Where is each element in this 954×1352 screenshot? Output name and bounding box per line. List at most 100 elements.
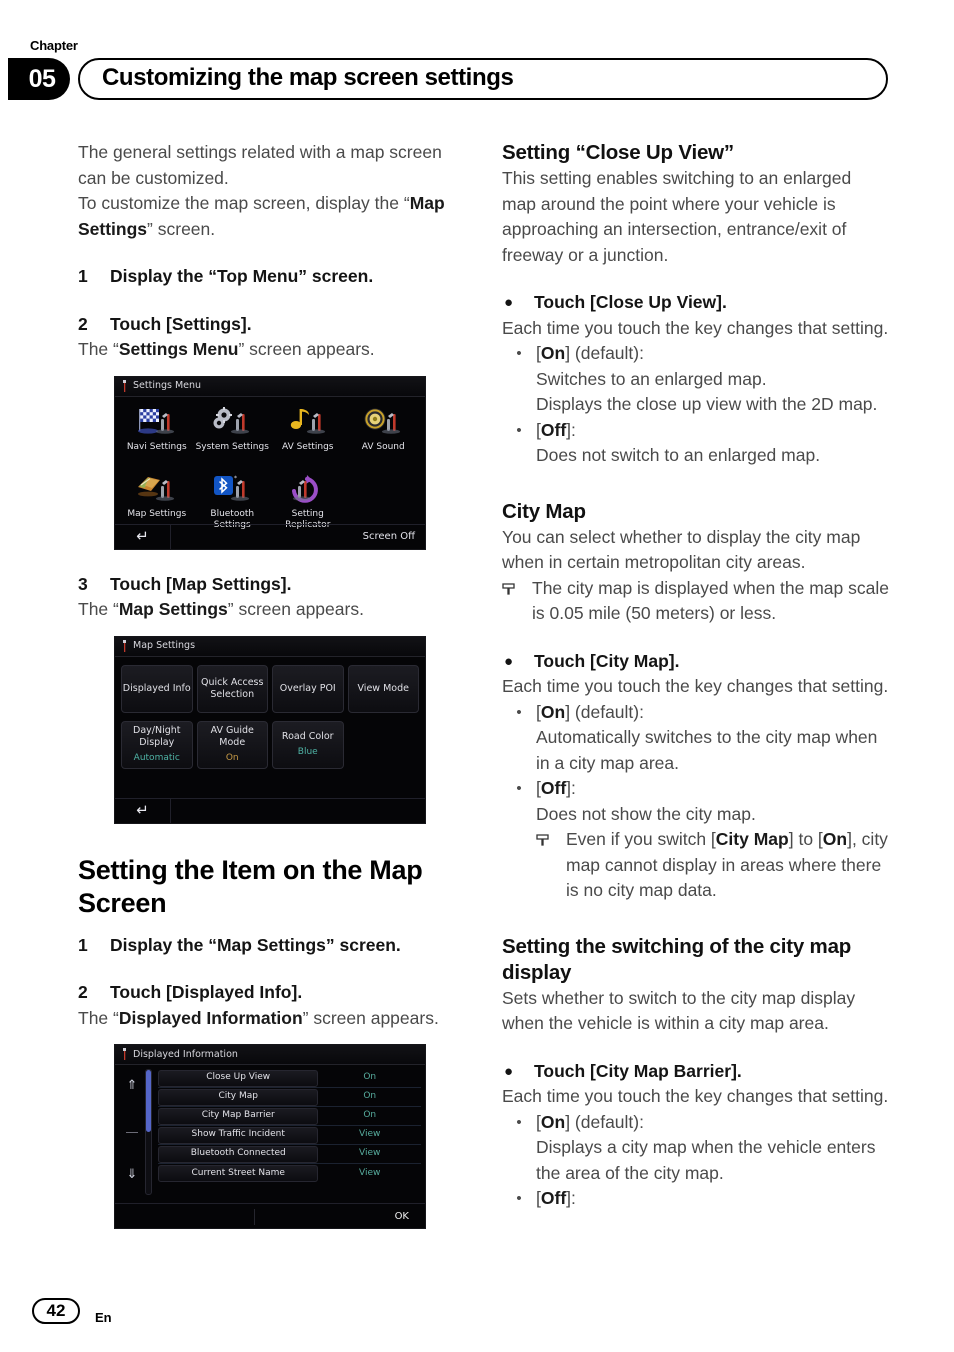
- heading-setting-the-switching: Setting the switching of the city map di…: [502, 934, 852, 984]
- settings-menu-item-navi-settings[interactable]: Navi Settings: [119, 403, 195, 468]
- city-map-bullet-note: Each time you touch the key changes that…: [502, 676, 889, 696]
- city-map-off-note: Even if you switch [City Map] to [On], c…: [502, 827, 890, 904]
- back-arrow-icon[interactable]: ↵: [115, 798, 171, 823]
- chapter-number: 05: [28, 64, 56, 93]
- map-settings-row-1: Displayed Info Quick Access Selection Ov…: [115, 657, 425, 713]
- settings-menu-item-navi-settings-label: Navi Settings: [126, 441, 187, 452]
- displayed-information-rows: Close Up View On City Map On City Map Ba…: [158, 1069, 421, 1195]
- bullet-touch-close-up-view: ● Touch [Close Up View].: [502, 290, 890, 316]
- svg-text:*: *: [234, 475, 237, 482]
- bullet-small-dot-icon: •: [516, 421, 522, 439]
- close-up-view-options: • [On] (default): Switches to an enlarge…: [502, 341, 890, 469]
- settings-menu-grid: Navi Settings System Settings AV Setting…: [115, 397, 425, 535]
- bullet-dot-icon: ●: [504, 652, 514, 670]
- section2-step-2-result-pre: The “: [78, 1007, 119, 1028]
- page-number-badge: 42: [32, 1298, 80, 1324]
- opt-bold: On: [540, 1111, 566, 1132]
- chevron-double-down-icon[interactable]: ⇓: [119, 1162, 145, 1188]
- step-2-result-bold: Settings Menu: [118, 339, 239, 359]
- option-off: • [Off]:: [502, 418, 890, 444]
- option-on: • [On] (default):: [502, 341, 890, 367]
- step-3-result-bold: Map Settings: [118, 599, 228, 619]
- note-bold-2: On: [822, 829, 848, 849]
- intro-2-pre: To customize the map screen, display the…: [78, 193, 410, 213]
- row-key[interactable]: Current Street Name: [158, 1165, 319, 1182]
- screenshot-settings-menu-title: Settings Menu: [133, 380, 202, 392]
- step-3-number: 3: [78, 573, 88, 594]
- map-settings-button-road-color[interactable]: Road Color Blue: [272, 720, 344, 769]
- screenshot-displayed-information-title: Displayed Information: [133, 1048, 238, 1060]
- settings-menu-item-av-settings[interactable]: AV Settings: [270, 403, 346, 468]
- settings-menu-item-system-settings-label: System Settings: [195, 441, 269, 452]
- opt-post: ] (default):: [565, 701, 644, 722]
- settings-menu-item-av-sound[interactable]: AV Sound: [346, 403, 422, 468]
- scrollbar[interactable]: [145, 1069, 152, 1195]
- city-map-barrier-options: • [On] (default): Displays a city map wh…: [502, 1110, 890, 1212]
- bullet-dot-icon: ●: [504, 294, 514, 311]
- map-settings-empty-slot: [348, 721, 420, 769]
- opt-bold: On: [540, 343, 566, 363]
- step-2-number: 2: [78, 313, 88, 334]
- option-on-label: [On] (default):: [536, 1110, 890, 1136]
- back-arrow-icon[interactable]: ↵: [115, 524, 171, 549]
- city-map-note: The city map is displayed when the map s…: [502, 576, 890, 627]
- scrollbar-thumb[interactable]: [146, 1070, 151, 1132]
- city-map-options: • [On] (default): Automatically switches…: [502, 700, 890, 904]
- section2-step-1: 1 Display the “Map Settings” screen.: [78, 933, 466, 959]
- option-on-label: [On] (default):: [536, 341, 890, 367]
- bullet-small-dot-icon: •: [516, 780, 522, 797]
- option-off-label: [Off]:: [536, 418, 890, 444]
- map-settings-button-view-mode[interactable]: View Mode: [347, 664, 419, 713]
- close-up-view-bullet-note: Each time you touch the key changes that…: [502, 317, 889, 338]
- footer-divider: [254, 1208, 256, 1225]
- map-settings-button-av-guide-mode[interactable]: AV Guide Mode On: [196, 720, 268, 769]
- intro-paragraph-2: To customize the map screen, display the…: [78, 191, 466, 242]
- map-settings-row-2: Day/Night Display Automatic AV Guide Mod…: [115, 713, 425, 769]
- bullet-small-dot-icon: •: [516, 1190, 522, 1207]
- option-off-label: [Off]:: [536, 776, 890, 802]
- step-3-result-post: ” screen appears.: [227, 599, 364, 619]
- option-on-line-2: Displays the close up view with the 2D m…: [536, 394, 878, 414]
- section2-step-2-result-post: ” screen appears.: [302, 1007, 439, 1028]
- screenshot-map-settings: Map Settings Displayed Info Quick Access…: [114, 635, 426, 824]
- map-settings-button-day-night-display[interactable]: Day/Night Display Automatic: [121, 720, 193, 769]
- bullet-small-dot-icon: •: [516, 1113, 522, 1131]
- option-off-line-1: Does not switch to an enlarged map.: [536, 445, 821, 465]
- map-settings-button-road-color-value: Blue: [297, 747, 318, 757]
- ok-button[interactable]: OK: [395, 1204, 425, 1228]
- settings-menu-item-av-sound-label: AV Sound: [361, 441, 405, 452]
- opt-bold: Off: [540, 778, 567, 798]
- map-settings-button-road-color-label: Road Color: [281, 731, 334, 742]
- chapter-title-pill: Customizing the map screen settings: [78, 58, 888, 100]
- screenshot-displayed-information-titlebar: Displayed Information: [115, 1045, 425, 1065]
- note-bold-1: City Map: [715, 829, 789, 849]
- settings-menu-item-system-settings[interactable]: System Settings: [195, 403, 271, 468]
- map-settings-button-quick-access-selection[interactable]: Quick Access Selection: [196, 664, 268, 713]
- language-code: En: [95, 1310, 112, 1325]
- step-2-result-pre: The “: [78, 339, 119, 359]
- chevron-double-up-icon[interactable]: ⇑: [119, 1073, 145, 1099]
- note-flag-icon: [536, 827, 566, 904]
- opt-post: ]:: [566, 778, 576, 798]
- bullet-touch-city-map: ● Touch [City Map].: [502, 649, 890, 675]
- screenshot-settings-menu-titlebar: Settings Menu: [115, 376, 425, 397]
- bullet-dot-icon: ●: [504, 1062, 514, 1080]
- bullet-touch-close-up-view-text: Touch [Close Up View].: [534, 292, 727, 312]
- table-row[interactable]: Current Street Name View: [158, 1164, 421, 1183]
- step-3-text: Touch [Map Settings].: [110, 573, 292, 594]
- scroll-midpoint-tick: [126, 1132, 138, 1133]
- screenshot-settings-menu: Settings Menu Navi Settings System Setti…: [114, 375, 426, 550]
- section2-step-2-text: Touch [Displayed Info].: [110, 982, 303, 1002]
- city-map-description: You can select whether to display the ci…: [502, 526, 861, 573]
- chapter-number-badge: 05: [8, 58, 70, 100]
- section2-step-1-text: Display the “Map Settings” screen.: [110, 934, 401, 955]
- map-settings-button-overlay-poi[interactable]: Overlay POI: [272, 664, 344, 713]
- map-settings-button-displayed-info[interactable]: Displayed Info: [121, 664, 193, 713]
- displayed-information-list-area: ⇑ ⇓ Close Up View On City Map On City Ma…: [115, 1065, 425, 1195]
- map-settings-button-day-night-display-value: Automatic: [133, 753, 180, 763]
- checkered-flag-wrench-icon: [136, 405, 178, 441]
- opt-post: ] (default):: [565, 1111, 644, 1132]
- map-settings-button-day-night-display-label: Day/Night Display: [133, 725, 181, 748]
- screen-off-button[interactable]: Screen Off: [363, 524, 425, 548]
- step-2-text: Touch [Settings].: [110, 313, 252, 334]
